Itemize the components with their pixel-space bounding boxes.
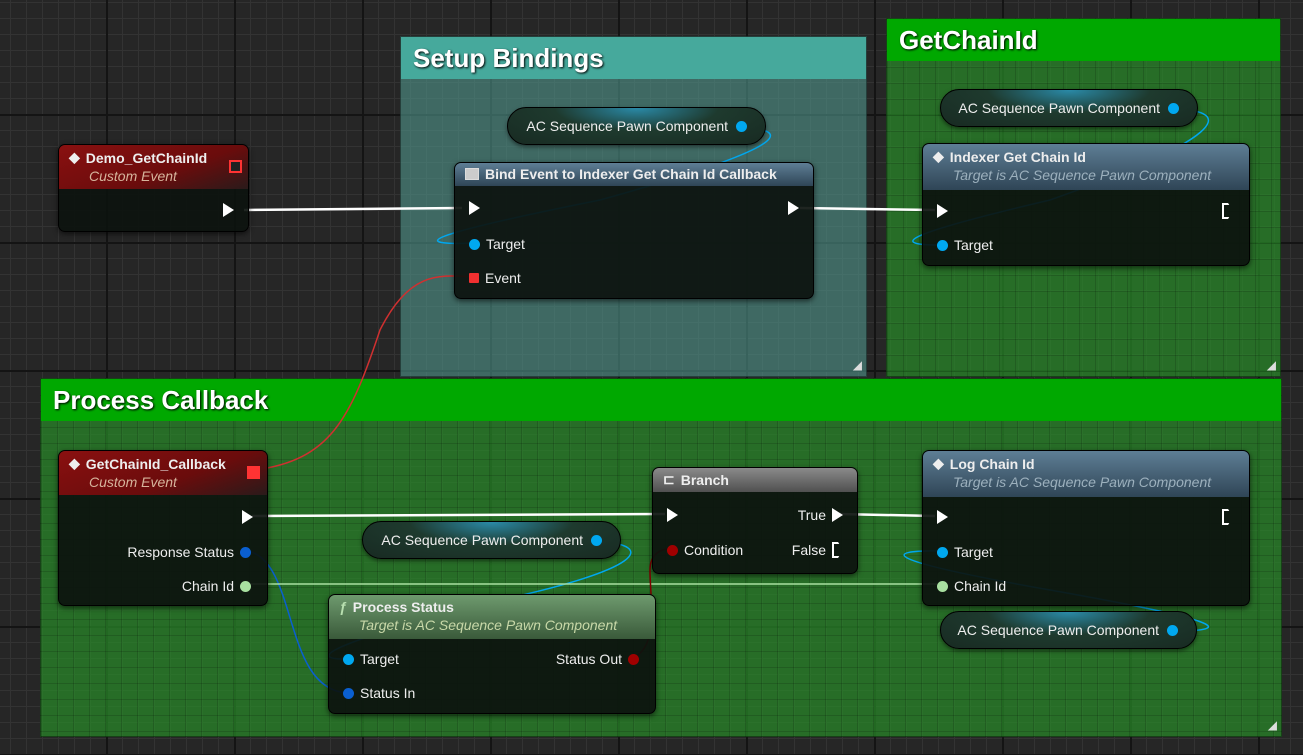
function-box-icon bbox=[465, 168, 479, 180]
node-subtitle: Custom Event bbox=[89, 168, 177, 184]
exec-in-pin[interactable] bbox=[469, 201, 480, 215]
branch-icon: ⊏ bbox=[663, 471, 675, 487]
pin-label: Chain Id bbox=[954, 578, 1007, 594]
component-ref-node[interactable]: AC Sequence Pawn Component bbox=[940, 611, 1197, 649]
object-out-pin[interactable] bbox=[1167, 624, 1178, 636]
exec-in-pin[interactable] bbox=[667, 508, 678, 522]
object-out-pin[interactable] bbox=[736, 120, 747, 132]
pin-label: True bbox=[797, 507, 826, 523]
component-ref-node[interactable]: AC Sequence Pawn Component bbox=[362, 521, 621, 559]
comment-title: GetChainId bbox=[887, 19, 1280, 61]
pin-label: Event bbox=[485, 270, 521, 286]
exec-out-pin[interactable] bbox=[788, 201, 799, 215]
pin-label: Target bbox=[954, 237, 993, 253]
node-demo-getchainid[interactable]: ◆ Demo_GetChainId Custom Event bbox=[58, 144, 249, 232]
node-title: GetChainId_Callback bbox=[85, 455, 226, 472]
node-title: Indexer Get Chain Id bbox=[949, 148, 1086, 165]
pin-label: Status Out bbox=[555, 651, 622, 667]
node-title: Log Chain Id bbox=[949, 455, 1035, 472]
event-diamond-icon: ◆ bbox=[933, 148, 944, 164]
component-label: AC Sequence Pawn Component bbox=[526, 118, 728, 134]
chain-id-pin[interactable] bbox=[937, 580, 948, 592]
comment-title: Process Callback bbox=[41, 379, 1281, 421]
resize-grip-icon[interactable]: ◢ bbox=[1267, 358, 1276, 372]
pin-label: Status In bbox=[360, 685, 416, 701]
node-title: Branch bbox=[680, 471, 729, 488]
delegate-pin[interactable] bbox=[247, 466, 260, 479]
pin-label: Response Status bbox=[127, 544, 234, 560]
condition-pin[interactable] bbox=[667, 544, 678, 556]
target-pin[interactable] bbox=[937, 546, 948, 558]
pin-label: Target bbox=[360, 651, 399, 667]
event-diamond-icon: ◆ bbox=[69, 149, 80, 165]
resize-grip-icon[interactable]: ◢ bbox=[1268, 718, 1277, 732]
exec-out-pin[interactable] bbox=[223, 203, 234, 217]
node-subtitle: Target is AC Sequence Pawn Component bbox=[359, 617, 618, 633]
node-title: Demo_GetChainId bbox=[85, 149, 208, 166]
component-label: AC Sequence Pawn Component bbox=[381, 532, 583, 548]
object-out-pin[interactable] bbox=[1168, 102, 1179, 114]
node-subtitle: Target is AC Sequence Pawn Component bbox=[953, 167, 1212, 183]
pin-label: Target bbox=[954, 544, 993, 560]
event-pin[interactable] bbox=[469, 273, 479, 283]
target-pin[interactable] bbox=[343, 653, 354, 665]
exec-out-pin[interactable] bbox=[1222, 203, 1233, 219]
object-out-pin[interactable] bbox=[591, 534, 602, 546]
delegate-pin[interactable] bbox=[229, 160, 242, 173]
exec-out-pin[interactable] bbox=[1222, 509, 1233, 525]
status-in-pin[interactable] bbox=[343, 687, 354, 699]
component-label: AC Sequence Pawn Component bbox=[957, 622, 1159, 638]
component-ref-node[interactable]: AC Sequence Pawn Component bbox=[507, 107, 766, 145]
response-status-pin[interactable] bbox=[240, 546, 251, 558]
comment-title: Setup Bindings bbox=[401, 37, 866, 79]
node-process-status[interactable]: ƒ Process Status Target is AC Sequence Pa… bbox=[328, 594, 656, 714]
chain-id-pin[interactable] bbox=[240, 580, 251, 592]
pin-label: Chain Id bbox=[181, 578, 234, 594]
node-getchainid-callback[interactable]: ◆ GetChainId_Callback Custom Event Respon… bbox=[58, 450, 268, 606]
node-subtitle: Custom Event bbox=[89, 474, 177, 490]
function-icon: ƒ bbox=[339, 599, 347, 615]
target-pin[interactable] bbox=[937, 239, 948, 251]
node-bind-event[interactable]: Bind Event to Indexer Get Chain Id Callb… bbox=[454, 162, 814, 299]
exec-out-pin[interactable] bbox=[242, 510, 253, 524]
node-title: Process Status bbox=[352, 599, 454, 615]
pin-label: Condition bbox=[684, 542, 744, 558]
exec-in-pin[interactable] bbox=[937, 510, 948, 524]
false-exec-pin[interactable] bbox=[832, 542, 843, 558]
target-pin[interactable] bbox=[469, 238, 480, 250]
status-out-pin[interactable] bbox=[628, 653, 639, 665]
event-diamond-icon: ◆ bbox=[69, 455, 80, 471]
true-exec-pin[interactable] bbox=[832, 508, 843, 522]
node-subtitle: Target is AC Sequence Pawn Component bbox=[953, 474, 1212, 490]
exec-in-pin[interactable] bbox=[937, 204, 948, 218]
node-log-chain-id[interactable]: ◆ Log Chain Id Target is AC Sequence Pawn… bbox=[922, 450, 1250, 606]
resize-grip-icon[interactable]: ◢ bbox=[853, 358, 862, 372]
component-label: AC Sequence Pawn Component bbox=[958, 100, 1160, 116]
pin-label: Target bbox=[486, 236, 525, 252]
node-branch[interactable]: ⊏ Branch True Condition False bbox=[652, 467, 858, 574]
pin-label: False bbox=[791, 542, 826, 558]
node-title: Bind Event to Indexer Get Chain Id Callb… bbox=[485, 166, 777, 182]
component-ref-node[interactable]: AC Sequence Pawn Component bbox=[940, 89, 1198, 127]
node-indexer-get-chain-id[interactable]: ◆ Indexer Get Chain Id Target is AC Seque… bbox=[922, 143, 1250, 266]
event-diamond-icon: ◆ bbox=[933, 455, 944, 471]
